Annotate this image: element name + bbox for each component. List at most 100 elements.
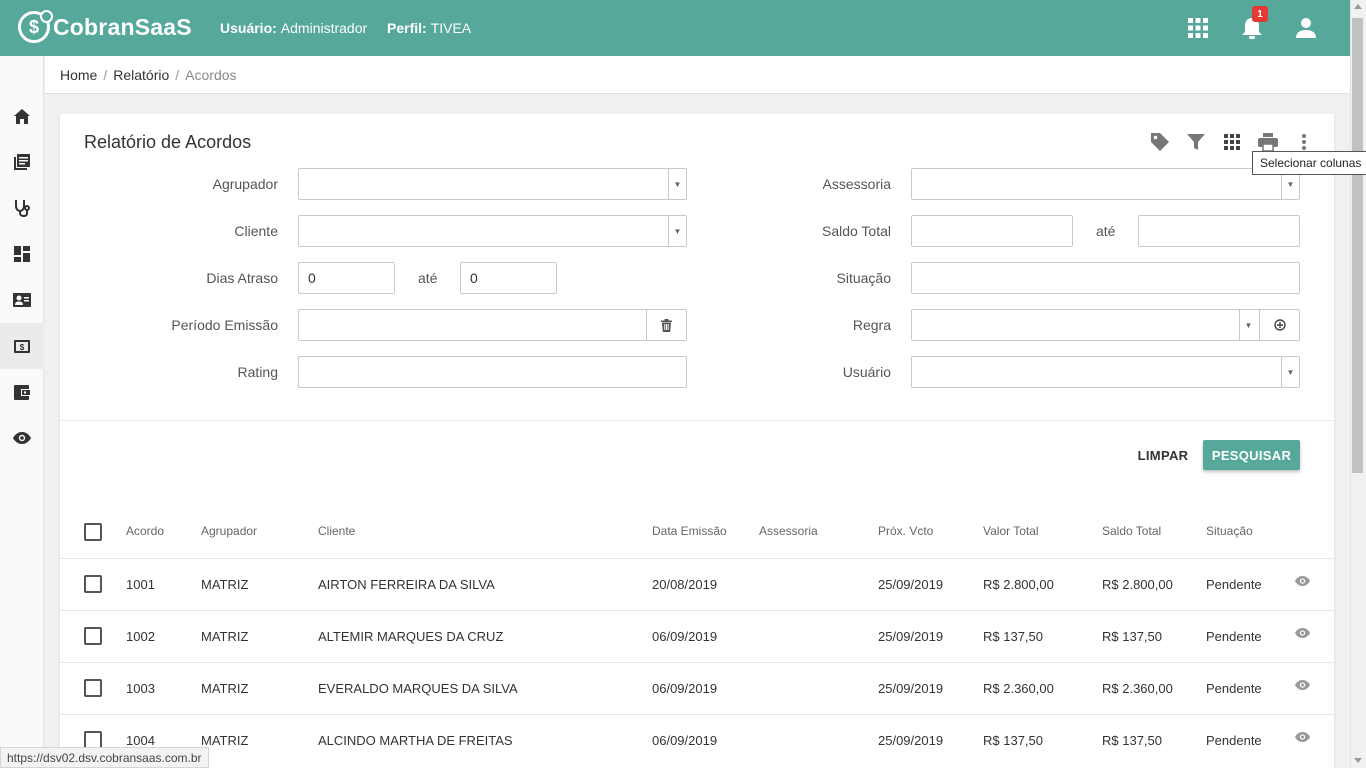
usuario-select[interactable]: ▼ [911, 356, 1300, 388]
user-info: Usuário: Administrador [220, 20, 367, 36]
columns-grid-icon[interactable] [1220, 130, 1244, 154]
cell-situacao: Pendente [1206, 681, 1262, 696]
cell-saldo-total: R$ 137,50 [1102, 629, 1162, 644]
scroll-down-arrow-icon[interactable] [1354, 758, 1362, 763]
apps-grid-icon[interactable] [1182, 12, 1214, 44]
row-checkbox[interactable] [84, 627, 102, 645]
view-eye-icon[interactable] [1295, 680, 1310, 690]
saldo-total-to-input[interactable] [1138, 215, 1300, 247]
cell-cliente: AIRTON FERREIRA DA SILVA [318, 577, 495, 592]
top-bar: $ CobranSaaS Usuário: Administrador Perfi… [0, 0, 1350, 56]
rating-input[interactable] [298, 356, 687, 388]
logo-text: CobranSaaS [53, 13, 192, 40]
cell-prox-vcto: 25/09/2019 [878, 629, 944, 644]
add-circle-icon[interactable] [1259, 310, 1299, 340]
chevron-down-icon: ▼ [668, 169, 686, 199]
situacao-input[interactable] [911, 262, 1300, 294]
table-row[interactable]: 1001 MATRIZ AIRTON FERREIRA DA SILVA 20/… [60, 558, 1334, 610]
cliente-label: Cliente [234, 223, 278, 239]
limpar-button[interactable]: LIMPAR [1130, 440, 1196, 470]
periodo-emissao-label: Período Emissão [171, 317, 278, 333]
column-header-assessoria[interactable]: Assessoria [759, 524, 818, 538]
regra-select[interactable]: ▼ [911, 309, 1300, 341]
cell-valor-total: R$ 2.800,00 [983, 577, 1054, 592]
column-header-situacao[interactable]: Situação [1206, 524, 1253, 538]
dias-atraso-label: Dias Atraso [206, 270, 278, 286]
cell-saldo-total: R$ 2.360,00 [1102, 681, 1173, 696]
scrollbar-thumb[interactable] [1352, 18, 1363, 473]
sidebar-item-wallet[interactable] [0, 369, 44, 415]
money-icon: $ [14, 339, 30, 353]
select-all-checkbox[interactable] [84, 523, 102, 541]
view-eye-icon[interactable] [1295, 628, 1310, 638]
saldo-total-from-input[interactable] [911, 215, 1073, 247]
bell-icon[interactable]: 1 [1236, 6, 1268, 44]
column-header-valor-total[interactable]: Valor Total [983, 524, 1039, 538]
sidebar-item-library[interactable] [0, 139, 44, 185]
home-icon [14, 108, 30, 124]
table-row[interactable]: 1002 MATRIZ ALTEMIR MARQUES DA CRUZ 06/0… [60, 610, 1334, 662]
notification-badge: 1 [1252, 6, 1268, 22]
sidebar-item-home[interactable] [0, 93, 44, 139]
cell-valor-total: R$ 2.360,00 [983, 681, 1054, 696]
agrupador-select[interactable]: ▼ [298, 168, 687, 200]
user-value: Administrador [280, 20, 368, 36]
view-eye-icon[interactable] [1295, 732, 1310, 742]
dias-atraso-from-input[interactable]: 0 [298, 262, 395, 294]
rating-label: Rating [237, 364, 278, 380]
table-row[interactable]: 1003 MATRIZ EVERALDO MARQUES DA SILVA 06… [60, 662, 1334, 714]
breadcrumb-relatorio[interactable]: Relatório [113, 67, 169, 83]
column-header-agrupador[interactable]: Agrupador [201, 524, 257, 538]
sidebar-item-view[interactable] [0, 415, 44, 461]
sidebar-item-dashboard[interactable] [0, 231, 44, 277]
column-header-acordo[interactable]: Acordo [126, 524, 164, 538]
assessoria-select[interactable]: ▼ [911, 168, 1300, 200]
trash-icon[interactable] [646, 310, 686, 340]
sidebar-item-finance[interactable]: $ [0, 323, 44, 369]
chevron-down-icon: ▼ [668, 216, 686, 246]
column-header-cliente[interactable]: Cliente [318, 524, 355, 538]
breadcrumb-home[interactable]: Home [60, 67, 97, 83]
user-account-icon[interactable] [1290, 12, 1322, 44]
cell-cliente: ALCINDO MARTHA DE FREITAS [318, 733, 513, 748]
filter-icon[interactable] [1184, 130, 1208, 154]
wallet-icon [14, 384, 30, 400]
scroll-up-arrow-icon[interactable] [1354, 4, 1362, 9]
profile-value: TIVEA [430, 20, 472, 36]
breadcrumb-separator: / [175, 66, 180, 83]
column-header-data-emissao[interactable]: Data Emissão [652, 524, 727, 538]
row-checkbox[interactable] [84, 679, 102, 697]
row-checkbox[interactable] [84, 575, 102, 593]
cliente-select[interactable]: ▼ [298, 215, 687, 247]
dias-atraso-to-input[interactable]: 0 [460, 262, 557, 294]
sidebar-item-health[interactable] [0, 185, 44, 231]
svg-text:$: $ [20, 343, 25, 352]
user-label: Usuário: [220, 20, 277, 36]
cell-saldo-total: R$ 137,50 [1102, 733, 1162, 748]
column-header-saldo-total[interactable]: Saldo Total [1102, 524, 1161, 538]
dashboard-icon [14, 246, 30, 262]
status-bar-url: https://dsv02.dsv.cobransaas.com.br [0, 747, 209, 768]
divider [60, 420, 1334, 421]
cell-prox-vcto: 25/09/2019 [878, 681, 944, 696]
tag-icon[interactable] [1148, 130, 1172, 154]
cell-data-emissao: 20/08/2019 [652, 577, 718, 592]
ate-label: até [1096, 223, 1116, 239]
profile-info: Perfil: TIVEA [387, 20, 471, 36]
breadcrumb-separator: / [103, 66, 108, 83]
cell-cliente: EVERALDO MARQUES DA SILVA [318, 681, 518, 696]
sidebar-item-contacts[interactable] [0, 277, 44, 323]
regra-label: Regra [852, 317, 891, 333]
column-header-prox-vcto[interactable]: Próx. Vcto [878, 524, 933, 538]
stethoscope-icon [15, 200, 30, 217]
cell-agrupador: MATRIZ [201, 629, 249, 644]
view-eye-icon[interactable] [1295, 576, 1310, 586]
pesquisar-button[interactable]: PESQUISAR [1203, 440, 1300, 470]
logo[interactable]: $ CobranSaaS [18, 10, 192, 43]
periodo-emissao-input[interactable] [298, 309, 687, 341]
cell-valor-total: R$ 137,50 [983, 733, 1043, 748]
cell-data-emissao: 06/09/2019 [652, 629, 718, 644]
cell-prox-vcto: 25/09/2019 [878, 733, 944, 748]
saldo-total-label: Saldo Total [821, 223, 891, 239]
table-row[interactable]: 1004 MATRIZ ALCINDO MARTHA DE FREITAS 06… [60, 714, 1334, 766]
